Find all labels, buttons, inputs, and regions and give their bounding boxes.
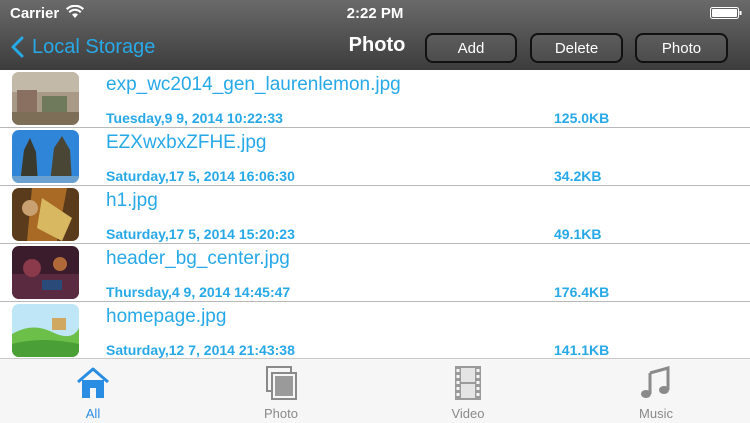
file-size: 49.1KB — [554, 226, 602, 242]
film-icon — [455, 366, 481, 400]
file-size: 125.0KB — [554, 110, 610, 126]
file-name: homepage.jpg — [106, 306, 227, 327]
add-button[interactable]: Add — [425, 33, 517, 63]
file-date: Saturday,17 5, 2014 15:20:23 — [106, 226, 295, 242]
file-size: 176.4KB — [554, 284, 610, 300]
file-thumbnail — [12, 130, 79, 183]
tab-music[interactable]: Music — [596, 359, 716, 423]
page-title: Photo — [348, 34, 406, 56]
tab-all[interactable]: All — [33, 359, 153, 423]
file-name: exp_wc2014_gen_laurenlemon.jpg — [106, 74, 401, 95]
photo-stack-icon — [266, 366, 297, 400]
list-item[interactable]: homepage.jpg Saturday,12 7, 2014 21:43:3… — [0, 302, 750, 358]
battery-icon — [710, 7, 742, 19]
file-name: EZXwxbxZFHE.jpg — [106, 132, 267, 153]
list-item[interactable]: h1.jpg Saturday,17 5, 2014 15:20:23 49.1… — [0, 186, 750, 244]
list-item[interactable]: header_bg_center.jpg Thursday,4 9, 2014 … — [0, 244, 750, 302]
file-size: 34.2KB — [554, 168, 602, 184]
file-date: Saturday,12 7, 2014 21:43:38 — [106, 342, 295, 358]
tab-photo[interactable]: Photo — [221, 359, 341, 423]
file-size: 141.1KB — [554, 342, 610, 358]
tab-bar: All Photo Video Music — [0, 358, 750, 423]
file-date: Thursday,4 9, 2014 14:45:47 — [106, 284, 291, 300]
music-note-icon — [641, 366, 670, 398]
chevron-left-icon — [11, 36, 24, 58]
back-button[interactable]: Local Storage — [10, 30, 155, 64]
file-thumbnail — [12, 188, 79, 241]
file-list: exp_wc2014_gen_laurenlemon.jpg Tuesday,9… — [0, 70, 750, 358]
home-icon — [77, 367, 109, 398]
status-bar: Carrier 2:22 PM — [0, 0, 750, 26]
file-date: Tuesday,9 9, 2014 10:22:33 — [106, 110, 283, 126]
file-thumbnail — [12, 246, 79, 299]
file-name: header_bg_center.jpg — [106, 248, 290, 269]
file-name: h1.jpg — [106, 190, 158, 211]
list-item[interactable]: EZXwxbxZFHE.jpg Saturday,17 5, 2014 16:0… — [0, 128, 750, 186]
photo-button[interactable]: Photo — [635, 33, 728, 63]
file-thumbnail — [12, 304, 79, 357]
top-bar: Carrier 2:22 PM Local Storage Photo Add … — [0, 0, 750, 70]
tab-label: All — [85, 406, 101, 421]
list-item[interactable]: exp_wc2014_gen_laurenlemon.jpg Tuesday,9… — [0, 70, 750, 128]
delete-button[interactable]: Delete — [530, 33, 623, 63]
tab-label: Music — [639, 406, 673, 421]
file-thumbnail — [12, 72, 79, 125]
tab-label: Video — [451, 406, 485, 421]
tab-label: Photo — [264, 406, 298, 421]
tab-video[interactable]: Video — [408, 359, 528, 423]
file-date: Saturday,17 5, 2014 16:06:30 — [106, 168, 295, 184]
back-label: Local Storage — [32, 35, 156, 58]
status-time: 2:22 PM — [346, 5, 404, 22]
